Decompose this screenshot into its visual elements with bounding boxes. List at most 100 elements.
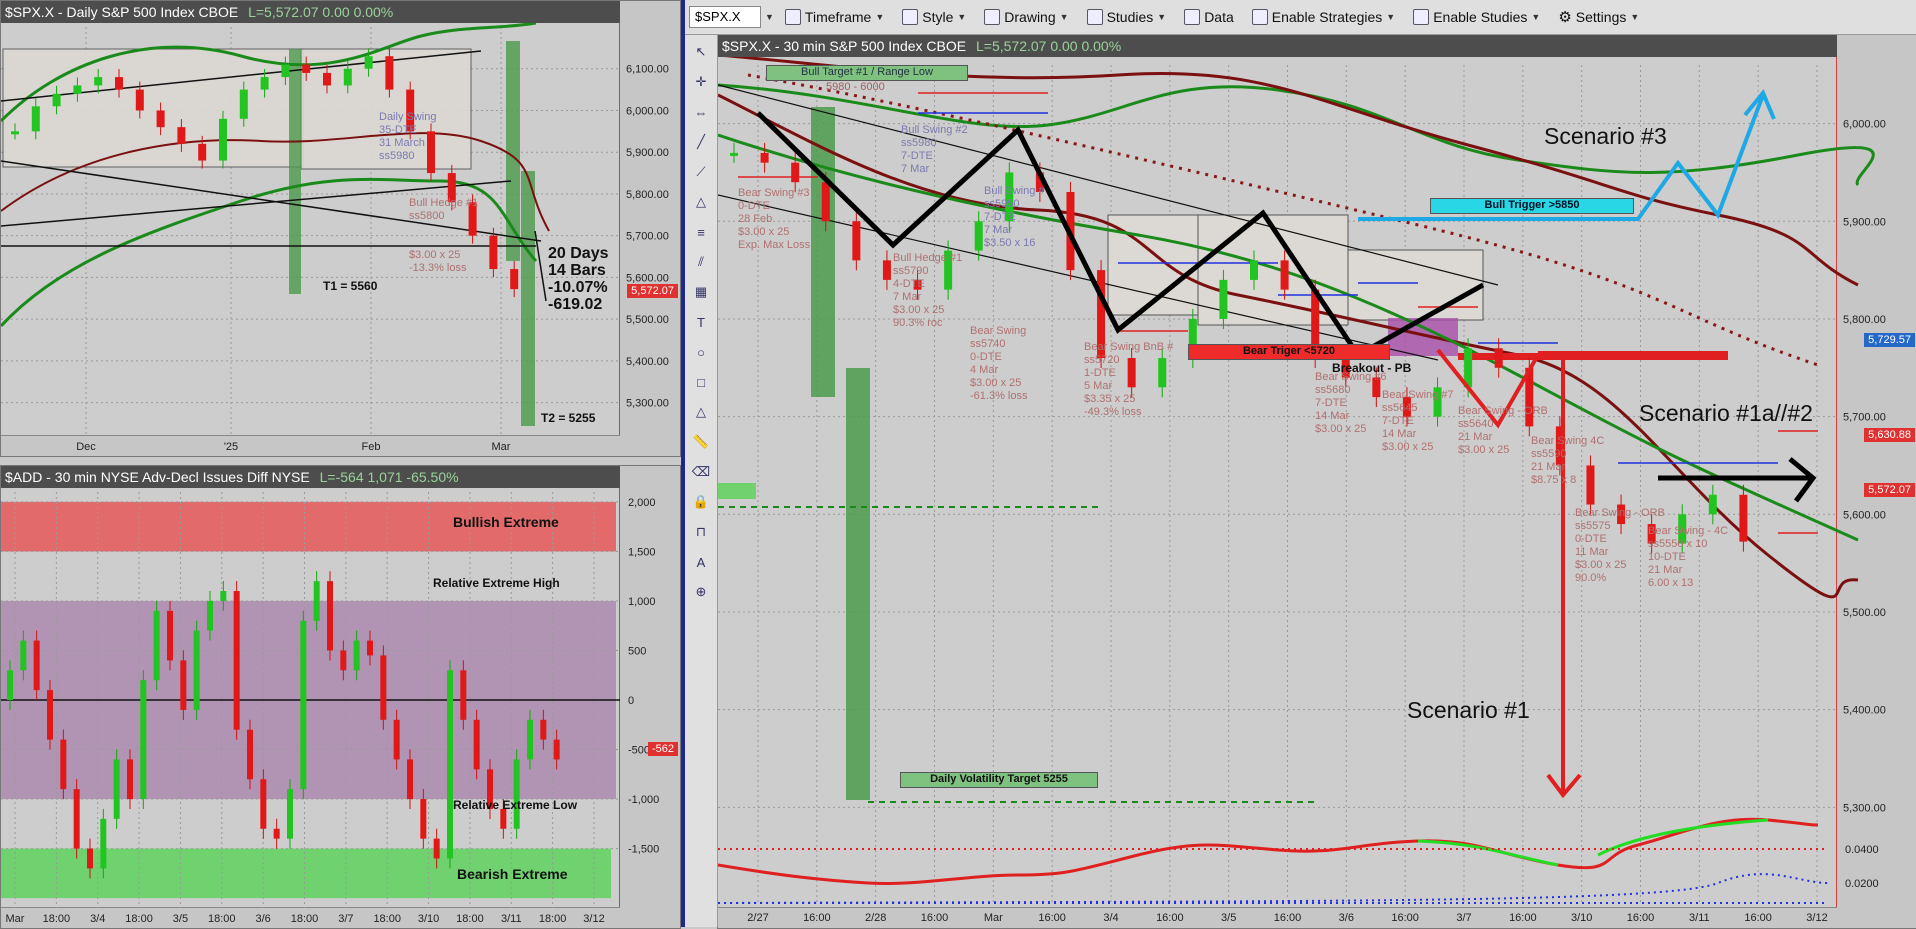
note-line: 0-DTE	[738, 200, 770, 212]
data-icon	[1184, 9, 1201, 25]
y-tick-label: 6,000.00	[626, 105, 669, 117]
add-chart-title: $ADD - 30 min NYSE Adv-Decl Issues Diff …	[5, 469, 310, 485]
intraday-price-tag-a: 5,729.57	[1864, 333, 1915, 347]
enable-studies-button[interactable]: Enable Studies ▼	[1406, 7, 1547, 27]
note-line: 7 Mar	[984, 224, 1013, 236]
enable-strategies-button[interactable]: Enable Strategies ▼	[1245, 7, 1402, 27]
x-tick-label: 18:00	[125, 913, 153, 925]
settings-menu[interactable]: ⚙ Settings ▼	[1551, 6, 1646, 28]
gear-icon: ⚙	[1558, 9, 1572, 26]
note-bull-swing-b: Bull Swing # ss5950 7-DTE 7 Mar $3.50 x …	[984, 185, 1045, 250]
triangle-icon[interactable]: △	[689, 190, 713, 214]
timeframe-menu[interactable]: Timeframe ▼	[778, 7, 891, 27]
strategies-icon	[1251, 9, 1268, 25]
y-tick-label: 5,600.00	[1843, 509, 1886, 521]
candle	[193, 630, 200, 710]
intraday-chart-title-bar: $SPX.X - 30 min S&P 500 Index CBOE L=5,5…	[718, 35, 1837, 57]
drawing-tools-sidebar: ↖ ✛ ⇔ ╱ ⟋ △ ≡ ⫽ ▦ T ○ □ △ 📏 ⌫ 🔒 ⊓ A ⊕	[685, 34, 718, 927]
candle	[340, 650, 347, 671]
bull-trigger-text: Bull Trigger >5850	[1484, 199, 1580, 211]
note-bull-hedge: Bull Hedge #1 ss5790 4-DTE 7 Mar $3.00 x…	[893, 252, 962, 330]
candle	[260, 779, 267, 829]
eraser-icon[interactable]: ⌫	[689, 460, 713, 484]
note-line: Bear Swing BnB #	[1084, 341, 1174, 353]
x-tick-label: 3/7	[1456, 912, 1471, 924]
x-tick-label: 16:00	[1274, 912, 1302, 924]
line-icon[interactable]: ╱	[689, 130, 713, 154]
lock-icon[interactable]: 🔒	[689, 490, 713, 514]
studies-label: Studies	[1106, 9, 1154, 25]
daily-bull-hedge-line: Bull Hedge #1	[409, 197, 479, 209]
pan-icon[interactable]: ⇔	[689, 100, 713, 124]
candle	[7, 670, 13, 700]
note-line: Bear Swing #7	[1382, 389, 1454, 401]
fibonacci-icon[interactable]: ≡	[689, 220, 713, 244]
x-tick-label: 18:00	[208, 913, 236, 925]
note-bear-swing-bnb: Bear Swing BnB # ss5720 1-DTE 5 Mar $3.3…	[1084, 341, 1173, 419]
bull-target-sub: 5980 - 6000	[826, 81, 885, 93]
note-line: ss5640	[1458, 418, 1494, 430]
studies-icon	[1086, 9, 1103, 25]
x-tick-label: 16:00	[1038, 912, 1066, 924]
drawing-menu[interactable]: Drawing ▼	[977, 7, 1075, 27]
cursor-icon[interactable]: ↖	[689, 40, 713, 64]
magnet-icon[interactable]: ⊓	[689, 520, 713, 544]
candle	[153, 610, 160, 681]
clock-icon	[784, 9, 801, 25]
daily-stat-days: 20 Days	[548, 245, 609, 262]
note-line: -49.3% loss	[1084, 406, 1142, 418]
grid-icon[interactable]: ▦	[689, 280, 713, 304]
link-icon[interactable]: ⊕	[689, 580, 713, 604]
text-icon[interactable]: T	[689, 310, 713, 334]
bull-target-text: Bull Target #1 / Range Low	[801, 66, 933, 78]
add-chart-canvas[interactable]: -1,500 -1,000 -500 0 500 1,000 1,500 2,000 Mar 18…	[1, 466, 680, 928]
note-line: ss5590	[1531, 448, 1567, 460]
data-menu[interactable]: Data	[1177, 7, 1241, 27]
y-tick-label: 5,400.00	[1843, 705, 1886, 717]
note-line: Bear Swing 4C	[1531, 435, 1605, 447]
candle	[1494, 348, 1503, 368]
add-chart-title-bar: $ADD - 30 min NYSE Adv-Decl Issues Diff …	[1, 466, 620, 488]
add-last-value: L=-564 1,071 -65.50%	[319, 469, 459, 485]
candle	[247, 729, 253, 780]
intraday-price-tag-b: 5,630.88	[1864, 428, 1915, 442]
candle	[47, 690, 53, 740]
candle	[313, 581, 320, 621]
shape-icon[interactable]: △	[689, 400, 713, 424]
annotation-icon[interactable]: A	[689, 550, 713, 574]
note-line: 10-DTE	[1648, 551, 1686, 563]
x-tick-label: Feb	[362, 441, 381, 453]
ruler-icon[interactable]: 📏	[689, 430, 713, 454]
crosshair-icon[interactable]: ✛	[689, 70, 713, 94]
trendline-icon[interactable]: ⟋	[689, 160, 713, 184]
candle	[1219, 279, 1228, 319]
daily-stat-pts: -619.02	[548, 296, 603, 313]
x-tick-label: 16:00	[1391, 912, 1419, 924]
x-tick-label: 16:00	[1627, 912, 1655, 924]
candle	[323, 72, 331, 86]
bull-target-label: Bull Target #1 / Range Low	[766, 65, 968, 81]
daily-t2-label: T2 = 5255	[541, 411, 596, 425]
note-line: 1-DTE	[1084, 367, 1116, 379]
intraday-chart-canvas[interactable]: 5,300.00 5,400.00 5,500.00 5,600.00 5,700.00…	[718, 35, 1916, 928]
studies-menu[interactable]: Studies ▼	[1080, 7, 1174, 27]
symbol-selector[interactable]: $SPX.X	[689, 6, 761, 28]
range-box	[1347, 249, 1484, 321]
y-tick-label: 1,500	[628, 546, 656, 558]
candle	[367, 640, 373, 656]
channel-icon[interactable]: ⫽	[689, 250, 713, 274]
intraday-chart-title: $SPX.X - 30 min S&P 500 Index CBOE	[722, 38, 967, 54]
style-menu[interactable]: Style ▼	[895, 7, 973, 27]
candle	[353, 640, 360, 671]
daily-chart-canvas[interactable]: 5,300.00 5,400.00 5,500.00 5,600.00 5,700.00…	[1, 1, 680, 456]
note-line: ss5740	[970, 338, 1006, 350]
rectangle-icon[interactable]: □	[689, 370, 713, 394]
x-tick-label: Mar	[492, 441, 511, 453]
note-line: Bear Swing - ORB	[1575, 507, 1665, 519]
candle	[219, 118, 227, 161]
y-tick-label: 5,500.00	[626, 314, 669, 326]
note-bear-swing-7: Bear Swing #7 ss5645 7-DTE 14 Mar $3.00 …	[1382, 389, 1454, 454]
note-bull-swing-2: Bull Swing #2 ss5980 7-DTE 7 Mar	[901, 124, 968, 176]
ellipse-icon[interactable]: ○	[689, 340, 713, 364]
chevron-down-icon[interactable]: ▼	[765, 12, 774, 22]
